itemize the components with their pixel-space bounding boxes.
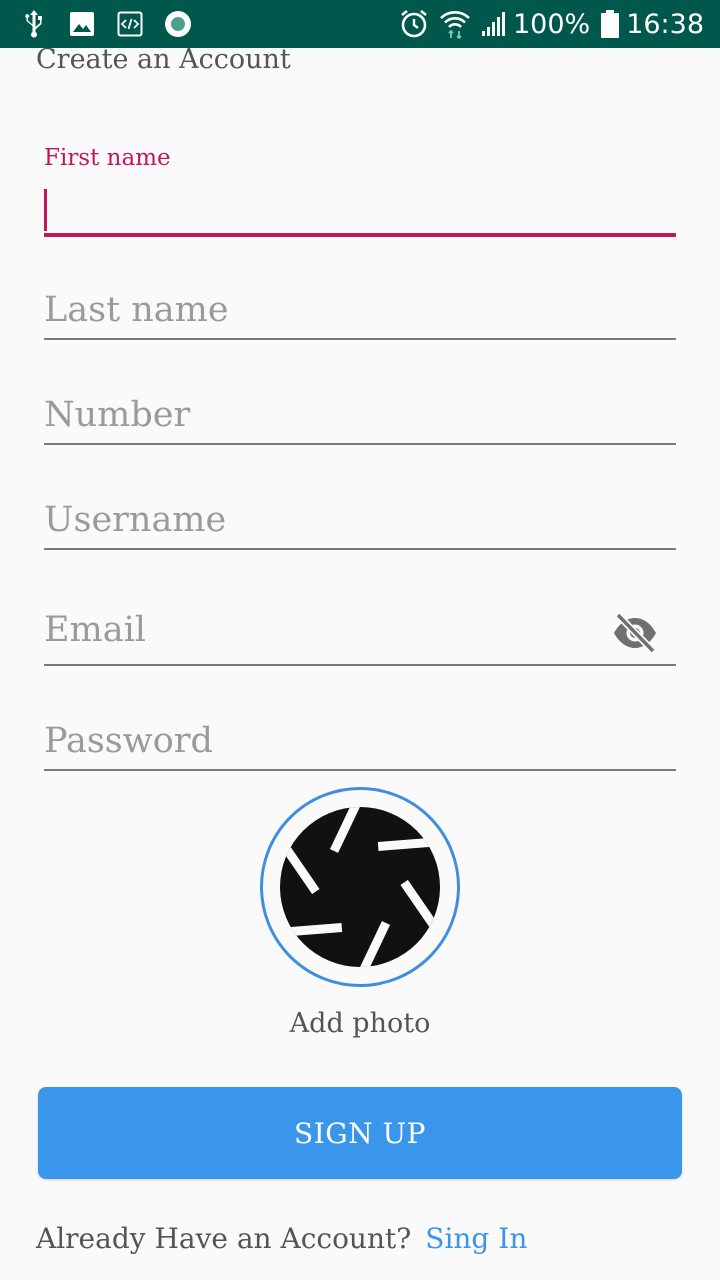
- email-field[interactable]: Email: [44, 610, 676, 670]
- email-placeholder: Email: [44, 610, 146, 650]
- last-name-underline: [44, 338, 676, 340]
- usb-icon: [20, 10, 48, 38]
- record-icon: [164, 10, 192, 38]
- add-photo-label: Add photo: [289, 1008, 431, 1039]
- page-title: Create an Account: [36, 44, 291, 75]
- status-bar-notifications: [20, 0, 212, 48]
- wifi-icon: [439, 9, 471, 39]
- clock: 16:38: [626, 8, 704, 40]
- sign-in-prompt-text: Already Have an Account?: [36, 1222, 412, 1255]
- code-icon: [116, 10, 144, 38]
- last-name-field[interactable]: Last name: [44, 290, 676, 342]
- number-underline: [44, 443, 676, 445]
- sign-in-link[interactable]: Sing In: [425, 1222, 527, 1255]
- password-placeholder: Password: [44, 721, 213, 761]
- username-placeholder: Username: [44, 500, 227, 540]
- status-bar-system: 100% 16:38: [389, 0, 704, 48]
- sign-up-button[interactable]: SIGN UP: [38, 1087, 682, 1179]
- image-icon: [68, 10, 96, 38]
- first-name-underline: [44, 233, 676, 237]
- number-placeholder: Number: [44, 395, 191, 435]
- sign-in-prompt: Already Have an Account? Sing In: [36, 1222, 527, 1255]
- password-underline: [44, 769, 676, 771]
- password-field[interactable]: Password: [44, 721, 676, 773]
- username-underline: [44, 548, 676, 550]
- battery-percent: 100%: [512, 8, 591, 40]
- number-field[interactable]: Number: [44, 395, 676, 447]
- battery-icon: [600, 9, 620, 39]
- username-field[interactable]: Username: [44, 500, 676, 552]
- signal-icon: [481, 11, 507, 37]
- camera-aperture-icon: [280, 807, 440, 967]
- visibility-off-icon[interactable]: [612, 612, 658, 654]
- last-name-placeholder: Last name: [44, 290, 229, 330]
- first-name-field[interactable]: First name: [44, 145, 676, 240]
- email-underline: [44, 664, 676, 666]
- status-bar: 100% 16:38: [0, 0, 720, 48]
- text-caret: [44, 189, 47, 231]
- first-name-label: First name: [44, 145, 171, 171]
- add-photo-button[interactable]: [260, 787, 460, 987]
- alarm-icon: [399, 9, 429, 39]
